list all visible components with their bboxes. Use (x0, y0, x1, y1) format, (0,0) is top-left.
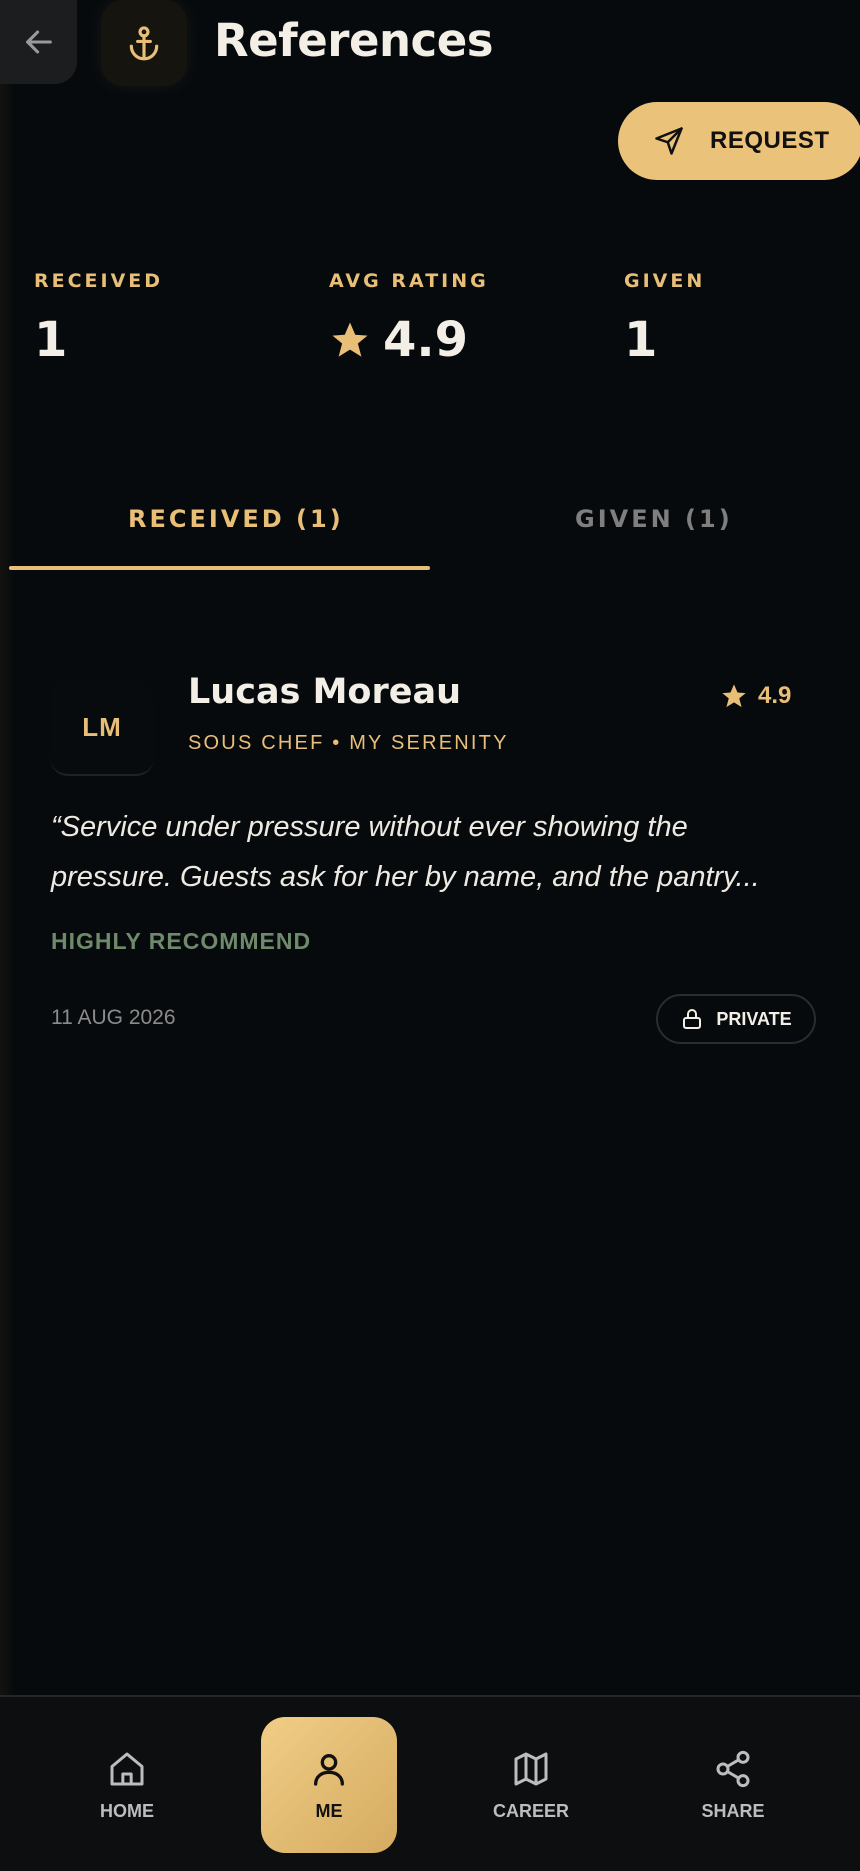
stat-avg-label: AVG RATING (329, 270, 489, 292)
request-button[interactable]: REQUEST (618, 102, 860, 180)
edge-shade (0, 0, 14, 1700)
anchor-logo-button[interactable] (101, 0, 187, 86)
nav-me-label: ME (315, 1800, 343, 1821)
stat-received-value-row: 1 (34, 312, 163, 368)
back-button[interactable] (0, 0, 77, 84)
recommendation-label: HIGHLY RECOMMEND (51, 928, 312, 954)
home-icon (110, 1752, 144, 1785)
star-icon (332, 322, 368, 357)
anchor-icon (129, 26, 159, 61)
reference-rating: 4.9 (720, 682, 791, 710)
request-label: REQUEST (710, 127, 830, 154)
stat-given: GIVEN 1 (624, 270, 705, 368)
reference-name: Lucas Moreau (188, 672, 462, 712)
private-badge[interactable]: PRIVATE (656, 994, 816, 1044)
reference-rating-value: 4.9 (758, 682, 792, 709)
tab-received[interactable]: RECEIVED (1) (128, 505, 344, 533)
stat-avg-value: 4.9 (383, 312, 469, 368)
tab-given[interactable]: GIVEN (1) (575, 505, 733, 533)
nav-career-label: CAREER (492, 1800, 569, 1821)
send-icon (655, 127, 683, 155)
lock-icon (683, 1009, 702, 1029)
user-icon (314, 1753, 344, 1786)
stat-received-label: RECEIVED (34, 270, 164, 292)
reference-date: 11 AUG 2026 (51, 1006, 176, 1029)
page-title: References (214, 14, 494, 67)
bottom-navigation: HOME ME CAREER SHARE (0, 1695, 860, 1871)
reference-role: SOUS CHEF • MY SERENITY (188, 732, 509, 754)
quote-line-2: pressure. Guests ask for her by name, an… (51, 861, 760, 893)
share-icon (716, 1750, 750, 1787)
active-tab-indicator (9, 566, 430, 570)
stat-given-value-row: 1 (624, 312, 705, 368)
nav-me[interactable]: ME (261, 1717, 397, 1853)
star-icon (722, 684, 746, 708)
nav-career[interactable]: CAREER (463, 1717, 599, 1853)
nav-share[interactable]: SHARE (665, 1717, 801, 1853)
arrow-left-icon (25, 30, 52, 54)
stat-given-value: 1 (624, 312, 658, 368)
stat-given-label: GIVEN (624, 270, 706, 292)
stat-avg-rating: AVG RATING 4.9 (329, 270, 489, 368)
quote-line-1: “Service under pressure without ever sho… (51, 811, 688, 843)
nav-home[interactable]: HOME (59, 1717, 195, 1853)
map-icon (514, 1752, 548, 1785)
nav-share-label: SHARE (701, 1800, 765, 1821)
nav-home-label: HOME (100, 1800, 154, 1821)
private-label: PRIVATE (716, 1008, 792, 1029)
stat-received-value: 1 (34, 312, 68, 368)
avatar: LM (50, 680, 154, 776)
stat-received: RECEIVED 1 (34, 270, 163, 368)
reference-quote: “Service under pressure without ever sho… (51, 802, 811, 902)
stat-avg-value-row: 4.9 (329, 312, 489, 368)
